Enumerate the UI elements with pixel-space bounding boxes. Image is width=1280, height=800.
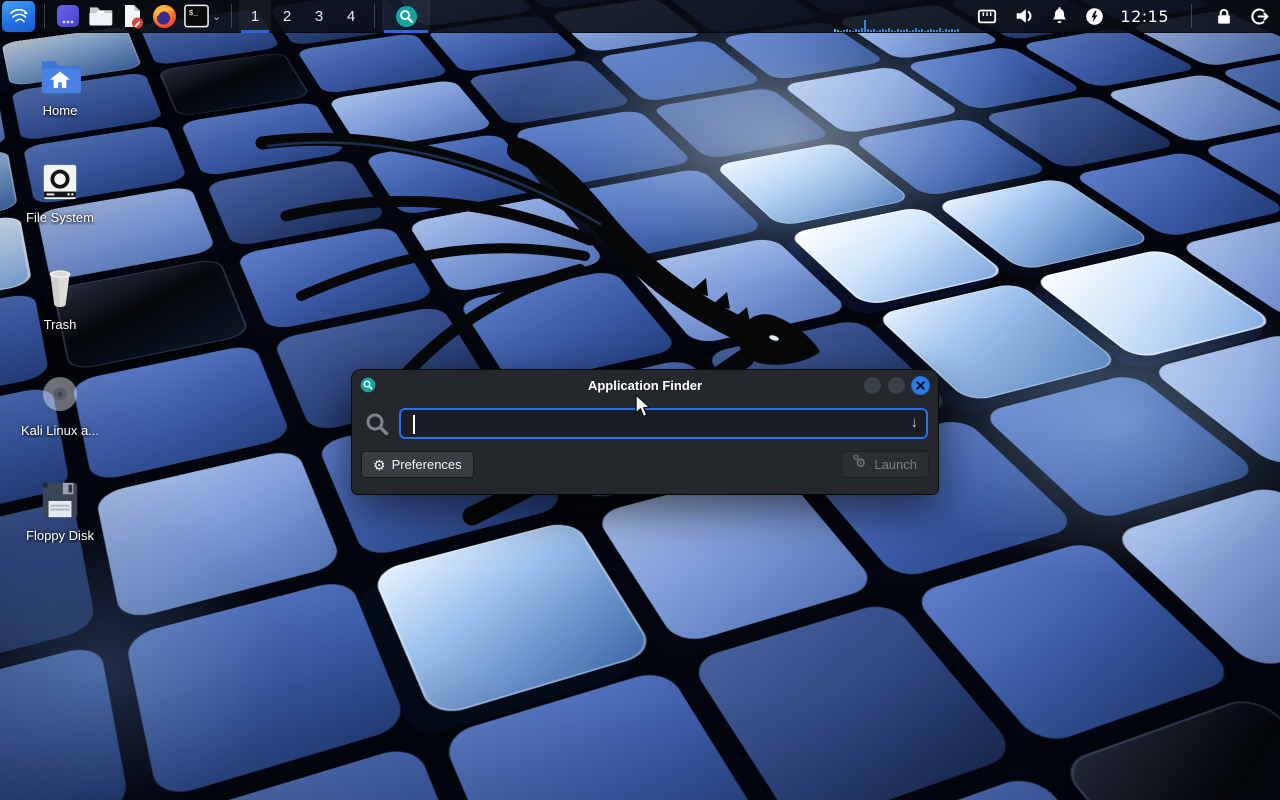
system-load-graph[interactable] [834,0,962,33]
minimize-button[interactable] [863,376,882,395]
trash-icon [39,266,81,310]
close-button[interactable] [911,376,930,395]
launch-gears-icon: ⚙⚙ [853,457,868,472]
launcher-firefox[interactable] [148,0,180,33]
window-icon-application-finder [360,377,376,393]
desktop-icon-kali-linux[interactable]: Kali Linux a... [12,372,108,438]
application-finder-window: Application Finder ↓ ⚙ Preferences [352,370,938,494]
desktop-icon-label: Floppy Disk [26,528,94,543]
file-manager-icon [87,3,114,29]
launcher-text-editor[interactable] [116,0,148,33]
power-manager-icon[interactable] [1084,6,1105,27]
cd-disc-icon [38,372,82,416]
workspace-4[interactable]: 4 [335,0,367,33]
launch-button[interactable]: ⚙⚙ Launch [841,451,929,478]
workspace-number: 3 [315,8,323,25]
desktop-icon-label: Home [43,103,78,118]
text-editor-icon [119,3,145,29]
workspace-number: 4 [347,8,355,25]
logout-icon[interactable] [1249,6,1270,27]
panel-separator [1191,4,1192,28]
system-tray: 12:15 [976,4,1270,28]
firefox-icon [151,3,178,30]
apps-launcher-icon [55,3,81,29]
terminal-icon: $_ [183,3,210,29]
desktop-icon-floppy-disk[interactable]: Floppy Disk [12,479,108,543]
launcher-terminal[interactable]: $_ ⌄ [180,0,224,33]
search-icon [364,411,390,437]
workspace-2[interactable]: 2 [271,0,303,33]
workspace-number: 1 [251,8,259,25]
close-icon [915,380,926,391]
launcher-apps[interactable] [52,0,84,33]
application-finder-icon [395,5,418,28]
lock-screen-icon[interactable] [1214,6,1234,27]
desktop-icon-label: Kali Linux a... [21,423,99,438]
launch-label: Launch [874,457,917,472]
desktop-icon-file-system[interactable]: File System [12,161,108,225]
maximize-button[interactable] [887,376,906,395]
terminal-dropdown-chevron[interactable]: ⌄ [212,10,221,23]
svg-text:$_: $_ [189,10,199,18]
desktop-icon-label: File System [26,210,94,225]
hard-drive-icon [39,161,81,203]
notifications-bell-icon[interactable] [1050,6,1069,27]
workspace-1[interactable]: 1 [239,0,271,33]
panel-separator [231,4,232,28]
search-input[interactable]: ↓ [399,408,928,439]
kali-logo-icon [7,4,31,28]
panel-clock[interactable]: 12:15 [1120,7,1169,26]
panel-separator [374,4,375,28]
desktop-icon-home[interactable]: Home [12,56,108,118]
home-folder-icon [38,56,82,96]
gear-icon: ⚙ [373,458,386,472]
desktop-icon-label: Trash [44,317,77,332]
floppy-disk-icon [39,479,81,521]
desktop-icon-trash[interactable]: Trash [12,266,108,332]
taskbar-application-finder[interactable] [382,0,430,33]
network-icon[interactable] [976,6,998,26]
volume-icon[interactable] [1013,5,1035,27]
panel-separator [44,4,45,28]
text-caret [413,415,415,434]
preferences-label: Preferences [392,457,462,472]
workspace-3[interactable]: 3 [303,0,335,33]
window-title: Application Finder [352,378,938,393]
dropdown-arrow-icon[interactable]: ↓ [911,414,919,431]
applications-menu-button[interactable] [2,1,35,32]
preferences-button[interactable]: ⚙ Preferences [361,451,474,478]
launcher-file-manager[interactable] [84,0,116,33]
window-titlebar[interactable]: Application Finder [352,370,938,400]
top-panel: $_ ⌄ 1 2 3 4 [0,0,1280,33]
workspace-number: 2 [283,8,291,25]
